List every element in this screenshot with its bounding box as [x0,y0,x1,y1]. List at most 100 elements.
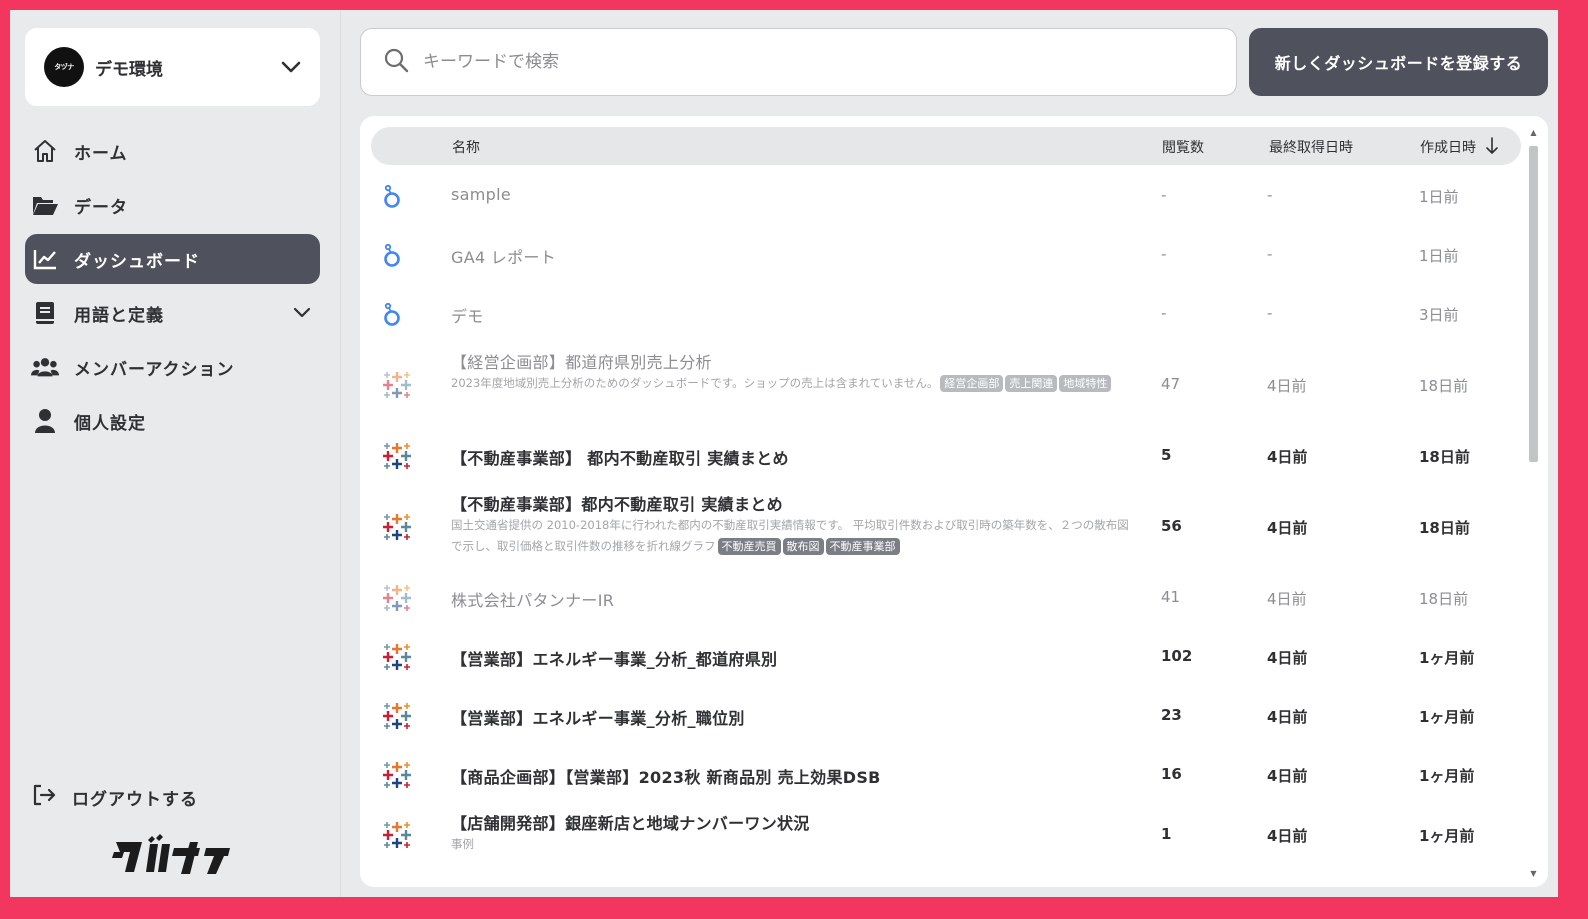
sidebar-item-label: メンバーアクション [74,359,235,380]
last-fetched: 4日前 [1267,448,1308,466]
tenant-switcher[interactable]: タヅナ デモ環境 [25,28,320,106]
last-fetched: 4日前 [1267,767,1308,785]
view-count: 47 [1161,375,1181,393]
tag-badge[interactable]: 売上関連 [1005,375,1058,392]
dashboard-title[interactable]: GA4 レポート [451,244,556,268]
created-date: 18日前 [1419,519,1470,537]
sort-desc-icon[interactable] [1485,137,1499,159]
user-icon [31,407,59,435]
created-date: 1ヶ月前 [1419,827,1475,845]
sidebar-item-data[interactable]: データ [25,180,320,230]
table-row[interactable]: 【商品企画部】【営業部】2023秋 新商品別 売上効果DSB 16 4日前 1ヶ月前 [360,745,1520,804]
view-count: 56 [1161,517,1182,535]
tenant-logo: タヅナ [44,47,84,87]
view-count: 41 [1161,588,1181,606]
last-fetched: 4日前 [1267,590,1307,608]
table-row[interactable]: GA4 レポート - - 1日前 [360,225,1520,284]
dashboard-title[interactable]: 【営業部】エネルギー事業_分析_職位別 [451,705,745,729]
table-body: sample - - 1日前 GA4 レポート - - 1日前 デモ - - 3日前 【経営企画部】都道… [360,166,1520,865]
search-icon [383,47,409,77]
tableau-icon [381,700,413,736]
created-date: 1ヶ月前 [1419,767,1475,785]
tableau-icon [381,819,413,855]
dashboard-title[interactable]: 株式会社パタンナーIR [451,587,614,611]
looker-studio-icon [381,300,403,332]
dashboard-title[interactable]: デモ [451,303,484,327]
header-created[interactable]: 作成日時 [1420,137,1476,157]
table-row[interactable]: 【不動産事業部】 都内不動産取引 実績まとめ 5 4日前 18日前 [360,426,1520,485]
created-date: 1日前 [1419,247,1459,265]
scroll-down-arrow-icon[interactable]: ▼ [1529,869,1538,878]
tag-badge[interactable]: 経営企画部 [940,375,1004,392]
table-row[interactable]: 【経営企画部】都道府県別売上分析 2023年度地域別売上分析のためのダッシュボード… [360,343,1520,426]
tableau-icon [381,369,413,405]
home-icon [31,137,59,165]
table-row[interactable]: 株式会社パタンナーIR 41 4日前 18日前 [360,568,1520,627]
tenant-name: デモ環境 [95,59,163,80]
tag-badge[interactable]: 不動産事業部 [825,538,900,555]
header-name[interactable]: 名称 [452,137,480,157]
sidebar-item-glossary[interactable]: 用語と定義 [25,288,320,338]
sidebar-item-home[interactable]: ホーム [25,126,320,176]
last-fetched: - [1267,245,1273,263]
view-count: - [1161,186,1167,204]
logout-label: ログアウトする [72,789,198,810]
sidebar-item-label: ダッシュボード [74,251,200,272]
table-row[interactable]: 【不動産事業部】都内不動産取引 実績まとめ 国土交通省提供の 2010-2018年… [360,485,1520,568]
table-row[interactable]: デモ - - 3日前 [360,284,1520,343]
tag-badge[interactable]: 散布図 [782,538,824,555]
dashboard-description: 事例 [451,834,1131,855]
sidebar-item-personal-settings[interactable]: 個人設定 [25,396,320,446]
sidebar-item-label: データ [74,197,128,218]
logout-button[interactable]: ログアウトする [31,782,198,812]
folder-icon [31,191,59,219]
dashboard-title[interactable]: 【営業部】エネルギー事業_分析_都道府県別 [451,646,777,670]
header-last-fetched[interactable]: 最終取得日時 [1269,137,1353,157]
view-count: - [1161,304,1167,322]
view-count: 16 [1161,765,1182,783]
sidebar-item-member-actions[interactable]: メンバーアクション [25,342,320,392]
chevron-down-icon [280,56,302,82]
dashboard-title[interactable]: 【不動産事業部】都内不動産取引 実績まとめ [451,491,783,515]
table-row[interactable]: 【営業部】エネルギー事業_分析_都道府県別 102 4日前 1ヶ月前 [360,627,1520,686]
dashboard-title[interactable]: 【店舗開発部】銀座新店と地域ナンバーワン状況 [451,810,810,834]
table-row[interactable]: 【店舗開発部】銀座新店と地域ナンバーワン状況 事例 1 4日前 1ヶ月前 [360,804,1520,865]
dashboard-description: 国土交通省提供の 2010-2018年に行われた都内の不動産取引実績情報です。 … [451,515,1131,557]
view-count: - [1161,245,1167,263]
header-views[interactable]: 閲覧数 [1162,137,1204,157]
search-bar[interactable] [360,28,1237,96]
dashboard-title[interactable]: sample [451,185,511,204]
looker-studio-icon [381,182,403,214]
dashboard-list-panel: 名称 閲覧数 最終取得日時 作成日時 sample - - 1日前 GA4 レポート - -… [360,116,1548,887]
scroll-up-arrow-icon[interactable]: ▲ [1529,128,1538,137]
search-input[interactable] [421,51,1185,73]
table-row[interactable]: sample - - 1日前 [360,166,1520,225]
chevron-down-icon[interactable] [292,304,312,326]
scrollbar[interactable]: ▲ ▼ [1527,126,1539,878]
view-count: 5 [1161,446,1172,464]
dashboard-title[interactable]: 【不動産事業部】 都内不動産取引 実績まとめ [451,445,789,469]
created-date: 1ヶ月前 [1419,708,1475,726]
last-fetched: 4日前 [1267,708,1308,726]
sidebar-item-dashboard[interactable]: ダッシュボード [25,234,320,284]
tag-badge[interactable]: 不動産売買 [717,538,781,555]
last-fetched: - [1267,186,1273,204]
logout-icon [31,782,57,812]
last-fetched: 4日前 [1267,377,1307,395]
dashboard-description: 2023年度地域別売上分析のためのダッシュボードです。ショップの売上は含まれてい… [451,373,1131,394]
dashboard-title[interactable]: 【経営企画部】都道府県別売上分析 [451,349,712,373]
tableau-icon [381,641,413,677]
sidebar-item-label: 個人設定 [74,413,146,434]
book-icon [31,299,59,327]
scroll-thumb[interactable] [1529,146,1538,462]
created-date: 1ヶ月前 [1419,649,1475,667]
users-icon [31,353,59,381]
view-count: 102 [1161,647,1193,665]
register-dashboard-button[interactable]: 新しくダッシュボードを登録する [1249,28,1548,96]
dashboard-title[interactable]: 【商品企画部】【営業部】2023秋 新商品別 売上効果DSB [451,764,881,788]
last-fetched: 4日前 [1267,827,1308,845]
tag-badge[interactable]: 地域特性 [1059,375,1112,392]
table-row[interactable]: 【営業部】エネルギー事業_分析_職位別 23 4日前 1ヶ月前 [360,686,1520,745]
last-fetched: 4日前 [1267,649,1308,667]
app-frame: タヅナ デモ環境 ホーム データ ダッシュボード 用語と定義 メンバーアクション… [10,10,1558,897]
